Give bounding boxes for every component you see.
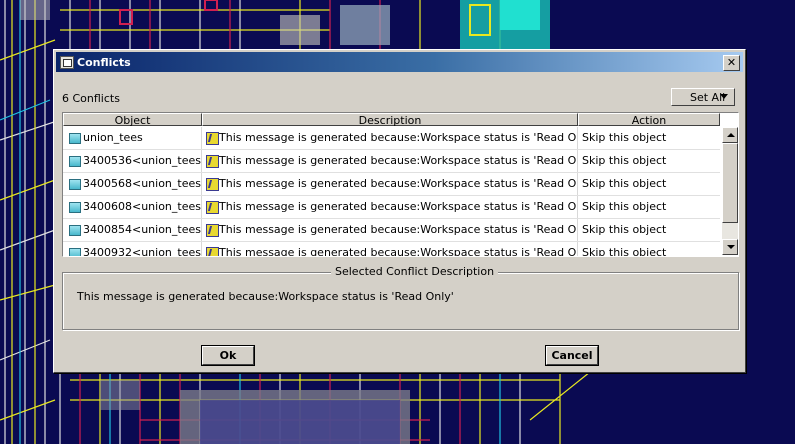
table-row[interactable]: 3400536<union_tees> This message is gene… [63, 150, 720, 173]
table-body: union_tees This message is generated bec… [63, 127, 720, 257]
description-cell[interactable]: This message is generated because:Worksp… [202, 127, 578, 149]
message-icon [206, 132, 219, 145]
action-text: Skip this object [582, 200, 667, 213]
description-text: This message is generated because:Worksp… [219, 177, 578, 190]
object-cell[interactable]: union_tees [63, 127, 202, 149]
window-icon [60, 56, 74, 69]
object-name: 3400568<union_tees> [83, 177, 202, 190]
table-row[interactable]: 3400568<union_tees> This message is gene… [63, 173, 720, 196]
cancel-button[interactable]: Cancel [545, 345, 599, 366]
table-row[interactable]: 3400932<union_tees> This message is gene… [63, 242, 720, 257]
object-cell[interactable]: 3400932<union_tees> [63, 242, 202, 257]
column-header-description[interactable]: Description [202, 113, 578, 127]
description-cell[interactable]: This message is generated because:Worksp… [202, 196, 578, 218]
column-header-object[interactable]: Object [63, 113, 202, 127]
object-cell[interactable]: 3400568<union_tees> [63, 173, 202, 195]
conflicts-dialog: Conflicts ✕ 6 Conflicts Set All Object D… [53, 49, 746, 373]
selected-conflict-group: Selected Conflict Description This messa… [62, 265, 739, 330]
description-cell[interactable]: This message is generated because:Worksp… [202, 219, 578, 241]
table-row[interactable]: union_tees This message is generated bec… [63, 127, 720, 150]
scroll-up-button[interactable] [722, 127, 738, 143]
description-cell[interactable]: This message is generated because:Worksp… [202, 150, 578, 172]
object-name: 3400932<union_tees> [83, 246, 202, 257]
object-name: 3400854<union_tees> [83, 223, 202, 236]
chevron-down-icon [720, 94, 728, 99]
object-icon [69, 133, 81, 144]
close-button[interactable]: ✕ [723, 55, 740, 71]
selected-conflict-text: This message is generated because:Worksp… [77, 290, 454, 303]
description-text: This message is generated because:Worksp… [219, 131, 578, 144]
table-row[interactable]: 3400608<union_tees> This message is gene… [63, 196, 720, 219]
message-icon [206, 178, 219, 191]
conflicts-table: Object Description Action union_tees Thi… [62, 112, 739, 257]
message-icon [206, 247, 219, 256]
object-name: 3400608<union_tees> [83, 200, 202, 213]
object-icon [69, 202, 81, 213]
conflict-count-label: 6 Conflicts [62, 92, 120, 105]
ok-button[interactable]: Ok [201, 345, 255, 366]
action-text: Skip this object [582, 154, 667, 167]
action-cell[interactable]: Skip this object [578, 196, 720, 218]
action-text: Skip this object [582, 246, 667, 257]
action-text: Skip this object [582, 223, 667, 236]
message-icon [206, 155, 219, 168]
action-cell[interactable]: Skip this object [578, 150, 720, 172]
action-text: Skip this object [582, 177, 667, 190]
message-icon [206, 224, 219, 237]
description-text: This message is generated because:Worksp… [219, 200, 578, 213]
object-icon [69, 225, 81, 236]
column-header-action[interactable]: Action [578, 113, 720, 127]
object-icon [69, 248, 81, 256]
description-text: This message is generated because:Worksp… [219, 154, 578, 167]
description-text: This message is generated because:Worksp… [219, 246, 578, 257]
object-cell[interactable]: 3400536<union_tees> [63, 150, 202, 172]
object-name: 3400536<union_tees> [83, 154, 202, 167]
action-cell[interactable]: Skip this object [578, 127, 720, 149]
object-cell[interactable]: 3400854<union_tees> [63, 219, 202, 241]
action-cell[interactable]: Skip this object [578, 173, 720, 195]
action-cell[interactable]: Skip this object [578, 242, 720, 257]
object-icon [69, 179, 81, 190]
set-all-dropdown[interactable]: Set All [671, 88, 735, 106]
object-name: union_tees [83, 131, 143, 144]
description-cell[interactable]: This message is generated because:Worksp… [202, 173, 578, 195]
vertical-scrollbar[interactable] [722, 127, 738, 255]
action-cell[interactable]: Skip this object [578, 219, 720, 241]
object-icon [69, 156, 81, 167]
table-header: Object Description Action [63, 113, 720, 127]
dialog-titlebar[interactable]: Conflicts ✕ [56, 52, 743, 72]
object-cell[interactable]: 3400608<union_tees> [63, 196, 202, 218]
selected-conflict-legend: Selected Conflict Description [331, 265, 499, 278]
scroll-down-button[interactable] [722, 239, 738, 255]
message-icon [206, 201, 219, 214]
dialog-title: Conflicts [77, 56, 131, 69]
description-text: This message is generated because:Worksp… [219, 223, 578, 236]
scroll-thumb[interactable] [722, 143, 738, 223]
table-row[interactable]: 3400854<union_tees> This message is gene… [63, 219, 720, 242]
action-text: Skip this object [582, 131, 667, 144]
description-cell[interactable]: This message is generated because:Worksp… [202, 242, 578, 257]
close-icon: ✕ [726, 56, 737, 69]
